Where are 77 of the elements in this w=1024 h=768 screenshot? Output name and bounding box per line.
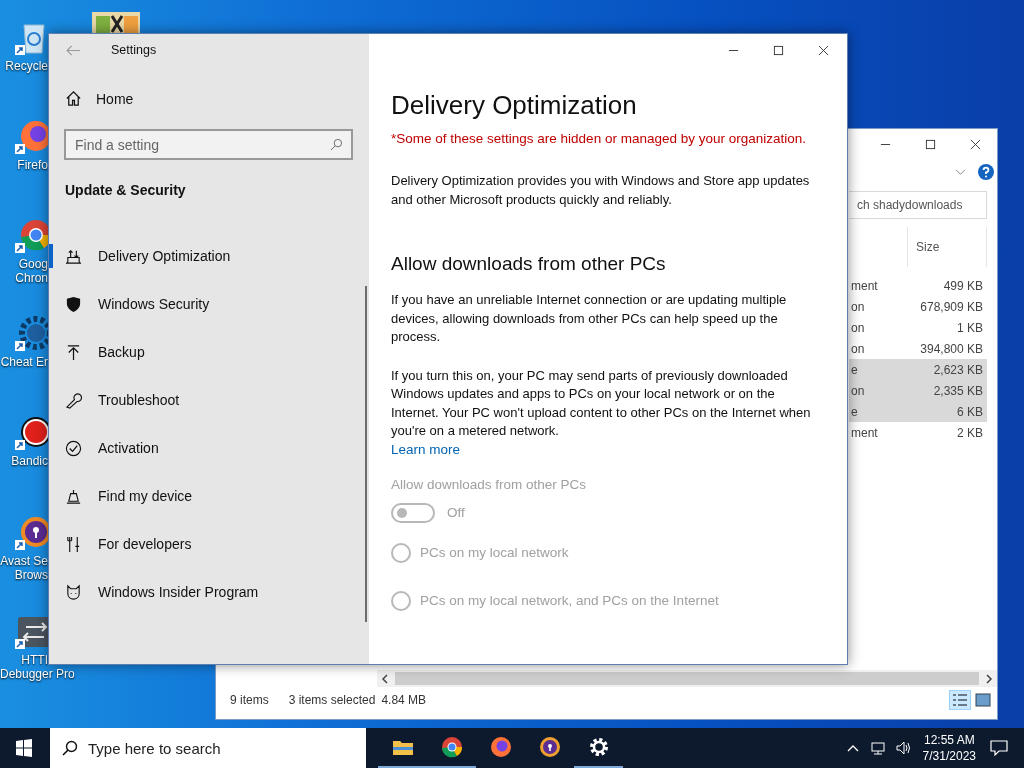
help-icon[interactable]: [978, 164, 994, 180]
nav-item[interactable]: For developers: [49, 520, 369, 568]
browser-icon: [439, 735, 464, 759]
description-text: If you have an unreliable Internet connection or are updating multiple devices, allowing downloads from other PCs can help speed up the process.: [391, 291, 788, 346]
check-circle-icon: [65, 439, 82, 457]
managed-notice: *Some of these settings are hidden or managed by your organization.: [391, 131, 806, 146]
clock[interactable]: 12:55 AM 7/31/2023: [922, 732, 976, 764]
file-row[interactable]: on 1 KB: [849, 317, 987, 338]
file-row[interactable]: e 6 KB: [849, 401, 987, 422]
description-text: Delivery Optimization provides you with Windows and Store app updates and other Microsoft products quickly and reliably.: [391, 172, 811, 209]
window-title: Settings: [111, 43, 157, 57]
volume-icon[interactable]: [894, 740, 911, 756]
lock-icon: [537, 735, 562, 759]
cat-icon: [65, 583, 82, 601]
browser-icon: [488, 735, 513, 759]
file-row[interactable]: ment 2 KB: [849, 422, 987, 443]
details-view-icon[interactable]: [950, 691, 970, 709]
section-heading: Allow downloads from other PCs: [391, 253, 666, 275]
icon-label: Chron: [15, 271, 48, 285]
nav-item[interactable]: Troubleshoot: [49, 376, 369, 424]
search-field[interactable]: Type here to search: [50, 728, 366, 768]
icon-label: Recycle: [5, 59, 48, 73]
home-link[interactable]: Home: [65, 90, 185, 107]
scroll-right-icon[interactable]: [985, 673, 993, 684]
icon-label: Firefo: [17, 158, 48, 172]
file-row[interactable]: on 678,909 KB: [849, 296, 987, 317]
shortcut-icon[interactable]: [14, 313, 48, 353]
nav-item[interactable]: Activation: [49, 424, 369, 472]
file-row[interactable]: on 394,800 KB: [849, 338, 987, 359]
icon-label: Brows: [14, 568, 48, 582]
nav-item[interactable]: Backup: [49, 328, 369, 376]
icon-label: Bandic: [11, 454, 48, 468]
search-field[interactable]: ch shadydownloads: [849, 191, 987, 219]
nav-item[interactable]: Delivery Optimization: [49, 232, 369, 280]
page-heading: Delivery Optimization: [391, 90, 637, 121]
home-icon: [65, 90, 82, 107]
selection-count: 3 items selected: [288, 693, 376, 707]
nav-item[interactable]: Find my device: [49, 472, 369, 520]
large-icons-view-icon[interactable]: [973, 691, 993, 709]
person-icon: [65, 487, 82, 505]
app-icon[interactable]: [92, 12, 140, 34]
upload-tray-icon: [65, 247, 82, 265]
maximize-icon[interactable]: [773, 44, 784, 56]
icon-label: HTTI: [21, 653, 48, 667]
tools-icon: [65, 535, 82, 553]
toggle-state: Off: [447, 505, 465, 520]
icon-label: Debugger Pro: [0, 667, 75, 681]
upload-arrow-icon: [65, 343, 82, 361]
icon-label: Goog: [18, 257, 48, 271]
search-icon: [62, 740, 78, 756]
learn-more-link[interactable]: Learn more: [391, 441, 461, 457]
file-row[interactable]: e 2,623 KB: [849, 359, 987, 380]
radio-label: PCs on my local network: [420, 545, 569, 560]
nav-item[interactable]: Windows Security: [49, 280, 369, 328]
shield-icon: [65, 295, 82, 313]
horizontal-scrollbar[interactable]: [377, 670, 997, 687]
search-icon: [330, 138, 343, 151]
description-text: If you turn this on, your PC may send parts of previously downloaded Windows updates and apps to PCs on your local network or on the Internet. Your PC won't upload content to other PCs on the Internet when you're on a metered network.: [391, 366, 812, 440]
file-row[interactable]: on 2,335 KB: [849, 380, 987, 401]
close-icon[interactable]: [970, 138, 981, 150]
maximize-icon[interactable]: [925, 138, 936, 150]
scroll-left-icon[interactable]: [381, 673, 389, 684]
notification-icon[interactable]: [990, 740, 1008, 756]
icon-label: Avast Se: [0, 554, 48, 568]
toggle-label: Allow downloads from other PCs: [391, 476, 587, 492]
wrench-icon: [65, 391, 82, 409]
nav-item[interactable]: Windows Insider Program: [49, 568, 369, 616]
radio-label: PCs on my local network, and PCs on the Internet: [420, 593, 719, 608]
close-icon[interactable]: [818, 44, 829, 56]
selection-size: 4.84 MB: [381, 693, 427, 707]
section-heading: Update & Security: [65, 182, 187, 198]
item-count: 9 items: [230, 693, 269, 707]
file-row[interactable]: ment 499 KB: [849, 275, 987, 296]
search-field[interactable]: Find a setting: [64, 129, 353, 160]
column-header[interactable]: Size: [907, 227, 987, 267]
icon-label: Cheat Er: [0, 355, 48, 369]
network-icon[interactable]: [869, 740, 886, 756]
